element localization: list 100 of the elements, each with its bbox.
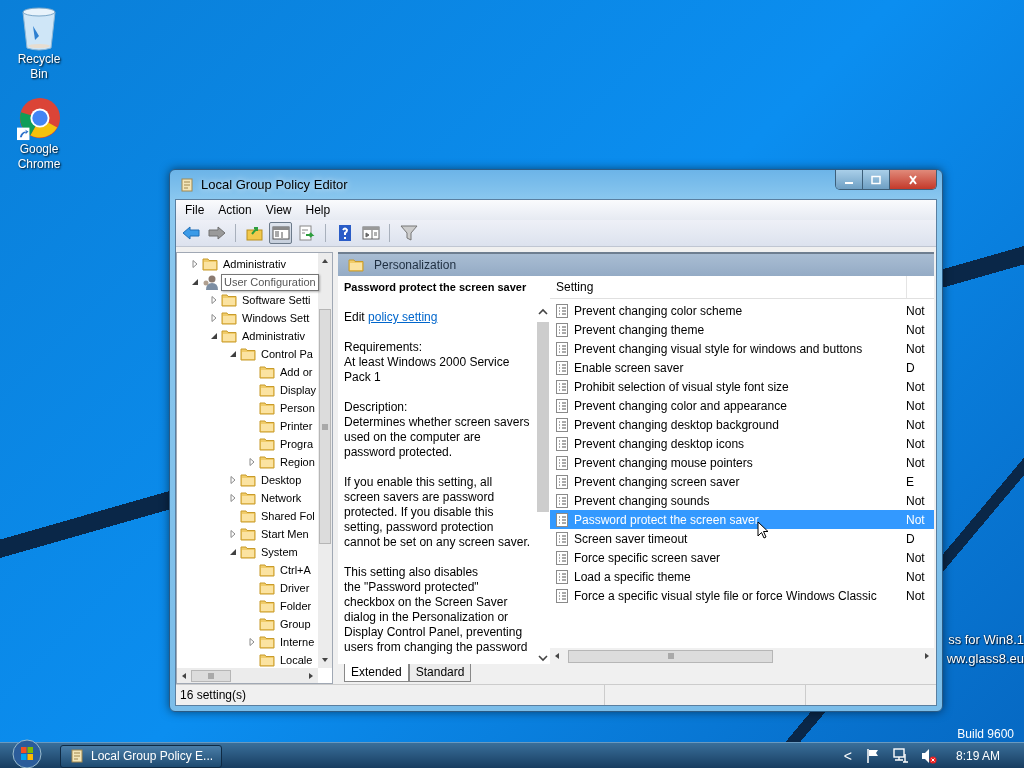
filter-button[interactable] — [397, 222, 420, 244]
tree-item[interactable]: Person — [278, 402, 317, 414]
table-row[interactable]: Enable screen saver D — [550, 358, 934, 377]
collapse-arrow-icon[interactable] — [191, 278, 199, 286]
scroll-thumb[interactable] — [568, 649, 773, 663]
expand-arrow-icon[interactable] — [191, 260, 199, 268]
table-row[interactable]: Prohibit selection of visual style font size Not — [550, 377, 934, 396]
expand-arrow-icon[interactable] — [248, 638, 256, 646]
scroll-thumb[interactable] — [319, 309, 331, 544]
expand-arrow-icon[interactable] — [210, 314, 218, 322]
chrome-icon[interactable] — [17, 96, 61, 142]
maximize-button[interactable] — [863, 170, 890, 189]
menu-item[interactable]: Action — [211, 203, 259, 217]
tree-item[interactable]: Interne — [278, 636, 317, 648]
collapse-arrow-icon[interactable] — [229, 548, 237, 556]
scroll-icon — [179, 176, 195, 193]
expand-arrow-icon[interactable] — [229, 476, 237, 484]
policy-icon — [556, 512, 568, 527]
desktop-icon-label[interactable]: Google Chrome — [9, 142, 69, 172]
expand-arrow-icon[interactable] — [210, 296, 218, 304]
menu-item[interactable]: File — [178, 203, 212, 217]
tree-item[interactable]: Administrativ — [221, 258, 288, 270]
column-header[interactable]: Setting — [550, 276, 907, 298]
tree-item[interactable]: Software Setti — [240, 294, 313, 306]
scroll-left-icon[interactable] — [180, 671, 188, 680]
tree-item[interactable]: Region — [278, 456, 317, 468]
expand-arrow-icon[interactable] — [229, 530, 237, 538]
folder-icon — [240, 526, 256, 542]
scrollbar[interactable] — [318, 253, 332, 668]
close-icon — [907, 174, 919, 185]
tree-item[interactable]: Control Pa — [259, 348, 315, 360]
policy-icon — [556, 588, 568, 603]
table-row[interactable]: Prevent changing visual style for windows and buttons Not — [550, 339, 934, 358]
policy-setting-link[interactable]: policy setting — [368, 310, 438, 324]
folder-icon — [259, 580, 275, 596]
scroll-left-icon[interactable] — [553, 652, 561, 660]
tree-item[interactable]: Group — [278, 618, 313, 630]
flag-icon[interactable] — [864, 748, 881, 764]
scroll-down-icon[interactable] — [538, 654, 548, 662]
table-row[interactable]: Prevent changing desktop background Not — [550, 415, 934, 434]
scrollbar[interactable] — [550, 648, 934, 664]
expand-arrow-icon[interactable] — [248, 458, 256, 466]
table-row[interactable]: Prevent changing desktop icons Not — [550, 434, 934, 453]
table-row[interactable]: Load a specific theme Not — [550, 567, 934, 586]
folder-icon — [221, 328, 237, 344]
table-row[interactable]: Prevent changing color and appearance Not — [550, 396, 934, 415]
setting-state: Not — [906, 455, 926, 470]
scroll-right-icon[interactable] — [307, 671, 315, 680]
tree-item[interactable]: Driver — [278, 582, 312, 594]
minimize-button[interactable] — [836, 170, 863, 189]
tree-item[interactable]: Windows Sett — [240, 312, 312, 324]
view-tab[interactable]: Standard — [408, 664, 472, 682]
muted-speaker-icon[interactable] — [920, 748, 937, 764]
scroll-right-icon[interactable] — [923, 652, 931, 660]
clock[interactable]: 8:19 AM — [945, 749, 1024, 763]
setting-state: Not — [906, 341, 926, 356]
scrollbar[interactable] — [177, 668, 318, 683]
start-button[interactable] — [12, 739, 42, 768]
tree-item[interactable]: Start Men — [259, 528, 311, 540]
table-row[interactable]: Force specific screen saver Not — [550, 548, 934, 567]
tree-item[interactable]: Shared Fol — [259, 510, 317, 522]
expand-arrow-icon[interactable] — [229, 494, 237, 502]
scroll-thumb[interactable] — [191, 669, 231, 682]
close-button[interactable] — [890, 170, 936, 189]
tree-item[interactable]: Printer — [278, 420, 315, 432]
table-row[interactable]: Prevent changing theme Not — [550, 320, 934, 339]
tree-item[interactable]: Add or — [278, 366, 315, 378]
table-row[interactable]: Prevent changing mouse pointers Not — [550, 453, 934, 472]
scroll-up-icon[interactable] — [321, 257, 329, 265]
tree-toggle-button[interactable] — [269, 222, 292, 244]
table-row[interactable]: Prevent changing color scheme Not — [550, 301, 934, 320]
view-tab[interactable]: Extended — [344, 664, 409, 682]
tree-item[interactable]: Display — [278, 384, 319, 396]
menu-item[interactable]: Help — [298, 203, 338, 217]
taskbar-button[interactable]: Local Group Policy E... — [60, 744, 223, 768]
tree-item[interactable]: Folder — [278, 600, 314, 612]
scroll-up-icon[interactable] — [538, 308, 548, 316]
network-icon[interactable] — [892, 748, 909, 764]
table-row[interactable]: Prevent changing screen saver E — [550, 472, 934, 491]
desktop-icon-label[interactable]: Recycle Bin — [9, 52, 69, 82]
table-row[interactable]: Screen saver timeout D — [550, 529, 934, 548]
collapse-arrow-icon[interactable] — [229, 350, 237, 358]
menu-item[interactable]: View — [258, 203, 299, 217]
tree-item[interactable]: Locale — [278, 654, 315, 666]
tree-item[interactable]: System — [259, 546, 300, 558]
tree-item[interactable]: Network — [259, 492, 304, 504]
setting-name: Prevent changing theme — [574, 322, 706, 337]
scroll-down-icon[interactable] — [321, 656, 329, 664]
table-row[interactable]: Prevent changing sounds Not — [550, 491, 934, 510]
table-row[interactable]: Force a specific visual style file or force Windows Classic Not — [550, 586, 934, 605]
tree-item[interactable]: Ctrl+A — [278, 564, 313, 576]
scroll-thumb[interactable] — [537, 322, 549, 512]
tree-item[interactable]: Administrativ — [240, 330, 307, 342]
tree-item[interactable]: Desktop — [259, 474, 304, 486]
folder-icon — [240, 346, 256, 362]
collapse-arrow-icon[interactable] — [210, 332, 218, 340]
setting-state: Not — [906, 588, 926, 603]
tree-item[interactable]: Progra — [278, 438, 316, 450]
tray-chevron[interactable]: < — [839, 748, 856, 764]
cursor-icon — [757, 521, 769, 539]
